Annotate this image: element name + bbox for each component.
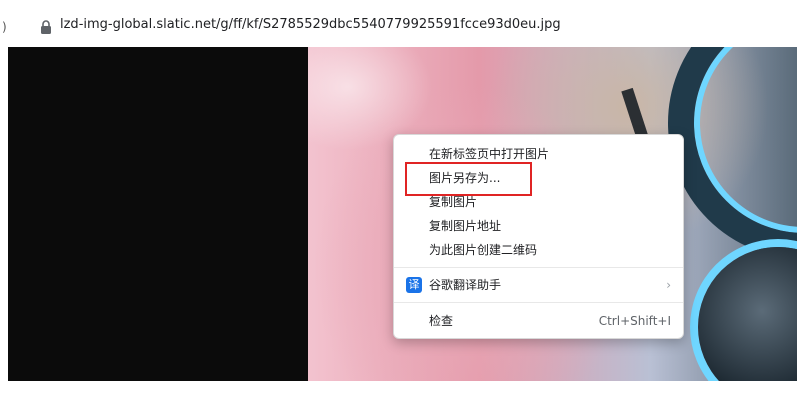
address-bar: ) lzd-img-global.slatic.net/g/ff/kf/S278…: [0, 0, 797, 48]
menu-item-label: 谷歌翻译助手: [429, 278, 502, 292]
highlight-box: [405, 162, 532, 196]
menu-item-label: 为此图片创建二维码: [429, 243, 538, 257]
headphone-cup: [698, 247, 797, 381]
menu-item-inspect[interactable]: 检查 Ctrl+Shift+I: [394, 310, 683, 332]
menu-shortcut: Ctrl+Shift+I: [598, 314, 671, 328]
lock-icon[interactable]: [40, 20, 52, 34]
url-text[interactable]: lzd-img-global.slatic.net/g/ff/kf/S27855…: [60, 17, 561, 32]
menu-divider: [394, 267, 683, 268]
headphone-arc: [668, 47, 797, 259]
menu-item-label: 检查: [429, 314, 454, 328]
menu-item-create-qr-code[interactable]: 为此图片创建二维码: [394, 239, 683, 261]
menu-item-google-translate[interactable]: 译 谷歌翻译助手 ›: [394, 274, 683, 296]
black-background: [8, 47, 308, 381]
menu-item-label: 复制图片地址: [429, 219, 502, 233]
translate-icon: 译: [406, 277, 422, 293]
menu-divider: [394, 302, 683, 303]
chevron-right-icon: ›: [666, 278, 671, 292]
menu-item-copy-image-address[interactable]: 复制图片地址: [394, 215, 683, 237]
back-glyph[interactable]: ): [2, 20, 7, 34]
